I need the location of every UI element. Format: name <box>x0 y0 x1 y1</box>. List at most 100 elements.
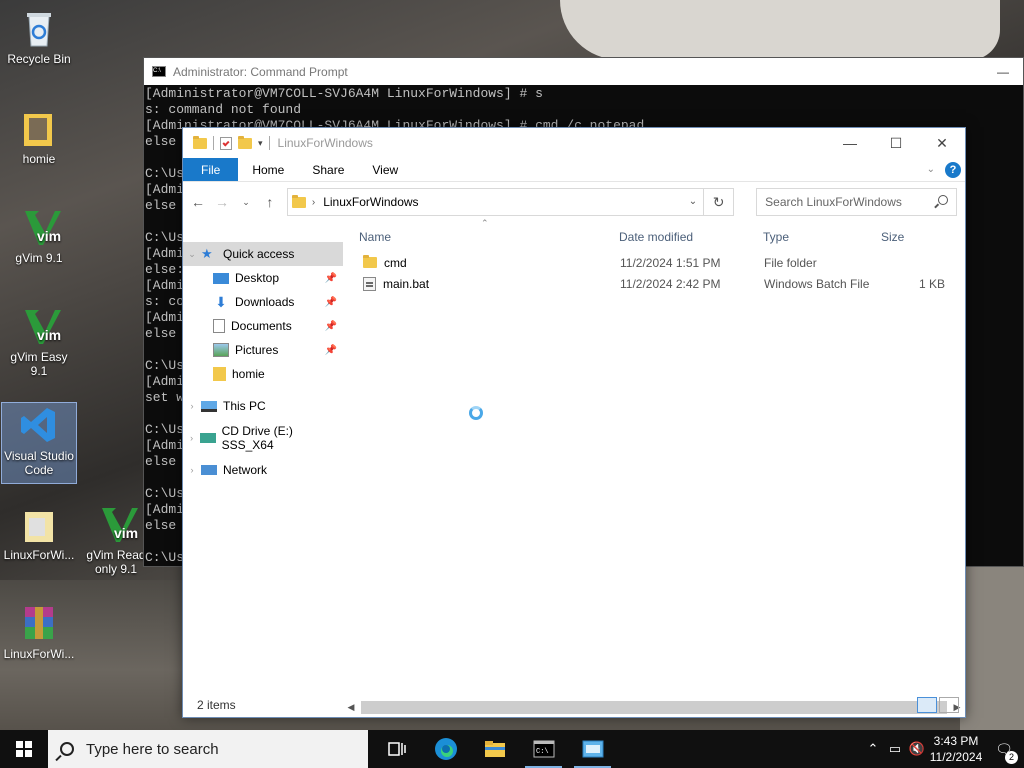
minimize-icon[interactable]: — <box>983 65 1023 79</box>
nav-desktop[interactable]: Desktop 📌 <box>183 266 343 290</box>
expand-icon[interactable]: › <box>183 433 200 443</box>
search-icon <box>938 195 949 205</box>
taskbar-control-panel[interactable] <box>568 730 617 768</box>
taskbar-search-input[interactable]: Type here to search <box>48 730 368 768</box>
expand-icon[interactable]: › <box>183 401 201 411</box>
network-icon[interactable]: ▭ <box>884 741 906 757</box>
desktop-icon-linuxforwindows-folder[interactable]: LinuxForWi... <box>1 504 77 562</box>
file-list[interactable]: ⌃ Name Date modified Type Size cmd 11/2/… <box>343 218 965 693</box>
address-path[interactable]: LinuxForWindows <box>323 195 418 209</box>
desktop-icon <box>213 272 229 284</box>
desktop-icon-gvim-easy[interactable]: vim gVim Easy 9.1 <box>1 306 77 378</box>
vim-icon: vim <box>19 207 61 247</box>
cmd-titlebar[interactable]: C:\ Administrator: Command Prompt — <box>144 58 1023 85</box>
explorer-titlebar[interactable]: ▾ LinuxForWindows — ☐ ✕ <box>183 128 965 158</box>
folder-icon <box>193 135 207 149</box>
folder-icon <box>19 504 59 544</box>
edge-icon <box>434 738 457 760</box>
volume-muted-icon[interactable]: 🔇 <box>906 741 928 757</box>
details-view-icon[interactable] <box>917 697 937 713</box>
taskbar-edge[interactable] <box>421 730 470 768</box>
new-folder-icon[interactable] <box>238 135 252 149</box>
pin-icon: 📌 <box>324 344 337 356</box>
pin-icon: 📌 <box>324 272 337 284</box>
up-icon[interactable]: ↑ <box>263 194 277 210</box>
folder-icon <box>291 194 306 208</box>
search-icon <box>60 742 74 756</box>
taskbar-file-explorer[interactable] <box>470 730 519 768</box>
customize-quick-access-icon[interactable]: ▾ <box>258 138 263 149</box>
column-date-modified[interactable]: Date modified <box>619 230 763 244</box>
control-panel-icon <box>582 740 603 758</box>
sort-ascending-icon: ⌃ <box>481 218 489 228</box>
computer-icon <box>201 400 217 412</box>
nav-network[interactable]: › Network <box>183 458 343 482</box>
desktop-icon-homie[interactable]: homie <box>1 108 77 166</box>
expand-ribbon-icon[interactable]: ⌄ <box>927 164 935 175</box>
svg-text:vim: vim <box>114 525 138 541</box>
expand-icon[interactable]: › <box>183 465 201 475</box>
tab-view[interactable]: View <box>358 158 412 181</box>
column-size[interactable]: Size <box>881 230 951 244</box>
nav-this-pc[interactable]: › This PC <box>183 394 343 418</box>
nav-homie[interactable]: homie <box>183 362 343 386</box>
notification-center-button[interactable]: 🗨 2 <box>984 741 1024 764</box>
system-tray: ⌃ ▭ 🔇 3:43 PM 11/2/2024 🗨 2 <box>862 730 1024 768</box>
file-explorer-window[interactable]: ▾ LinuxForWindows — ☐ ✕ File Home Share … <box>182 127 966 718</box>
nav-downloads[interactable]: ⬇ Downloads 📌 <box>183 290 343 314</box>
close-icon[interactable]: ✕ <box>919 135 965 152</box>
show-hidden-icons-icon[interactable]: ⌃ <box>862 741 884 757</box>
recent-locations-icon[interactable]: ⌄ <box>239 197 253 208</box>
start-button[interactable] <box>0 730 48 768</box>
address-bar[interactable]: › LinuxForWindows ⌄ ↻ <box>286 188 735 216</box>
column-type[interactable]: Type <box>763 230 881 244</box>
forward-icon[interactable]: → <box>215 194 229 210</box>
cmd-title: Administrator: Command Prompt <box>173 64 348 79</box>
desktop-icon-linuxforwindows-archive[interactable]: LinuxForWi... <box>1 603 77 661</box>
svg-text:vim: vim <box>37 327 61 343</box>
folder-icon <box>213 367 226 381</box>
window-title: LinuxForWindows <box>277 136 373 150</box>
properties-icon[interactable] <box>220 136 232 150</box>
address-bar-row: ← → ⌄ ↑ › LinuxForWindows ⌄ ↻ Search Lin… <box>183 182 965 222</box>
table-row[interactable]: main.bat 11/2/2024 2:42 PM Windows Batch… <box>343 273 965 294</box>
network-icon <box>201 465 217 475</box>
help-icon[interactable]: ? <box>945 161 961 178</box>
clock[interactable]: 3:43 PM 11/2/2024 <box>928 733 984 765</box>
refresh-icon[interactable]: ↻ <box>703 189 733 215</box>
nav-cd-drive[interactable]: › CD Drive (E:) SSS_X64 <box>183 424 343 452</box>
navigation-pane: ⌄ ★ Quick access Desktop 📌 ⬇ Downloads 📌… <box>183 222 343 693</box>
ribbon: File Home Share View ⌄ ? <box>183 158 965 182</box>
star-icon: ★ <box>201 246 213 261</box>
table-row[interactable]: cmd 11/2/2024 1:51 PM File folder <box>343 252 965 273</box>
item-count: 2 items <box>197 698 236 712</box>
cmd-icon: C:\ <box>152 66 166 77</box>
nav-pictures[interactable]: Pictures 📌 <box>183 338 343 362</box>
vim-icon: vim <box>96 504 138 544</box>
search-input[interactable]: Search LinuxForWindows <box>756 188 958 216</box>
column-name[interactable]: Name <box>359 230 619 244</box>
taskbar-command-prompt[interactable]: C:\ <box>519 730 568 768</box>
nav-quick-access[interactable]: ⌄ ★ Quick access <box>183 242 343 266</box>
desktop-icon-vscode[interactable]: Visual Studio Code <box>1 402 77 484</box>
task-view-button[interactable] <box>372 730 421 768</box>
busy-cursor-icon <box>469 406 483 420</box>
collapse-icon[interactable]: ⌄ <box>183 249 201 260</box>
batch-file-icon <box>363 276 376 291</box>
large-icons-view-icon[interactable] <box>939 697 959 713</box>
back-icon[interactable]: ← <box>191 194 205 210</box>
tab-file[interactable]: File <box>183 158 239 181</box>
tab-home[interactable]: Home <box>238 158 298 181</box>
pin-icon: 📌 <box>324 320 337 332</box>
desktop-icon-recycle-bin[interactable]: Recycle Bin <box>1 8 77 66</box>
desktop-icon-gvim[interactable]: vim gVim 9.1 <box>1 207 77 265</box>
nav-documents[interactable]: Documents 📌 <box>183 314 343 338</box>
maximize-icon[interactable]: ☐ <box>873 135 919 152</box>
winrar-icon <box>19 603 59 643</box>
minimize-icon[interactable]: — <box>827 135 873 152</box>
address-dropdown-icon[interactable]: ⌄ <box>689 196 697 207</box>
tab-share[interactable]: Share <box>298 158 358 181</box>
breadcrumb-chevron-icon[interactable]: › <box>312 197 315 208</box>
folder-icon <box>19 108 59 148</box>
svg-text:vim: vim <box>37 228 61 244</box>
